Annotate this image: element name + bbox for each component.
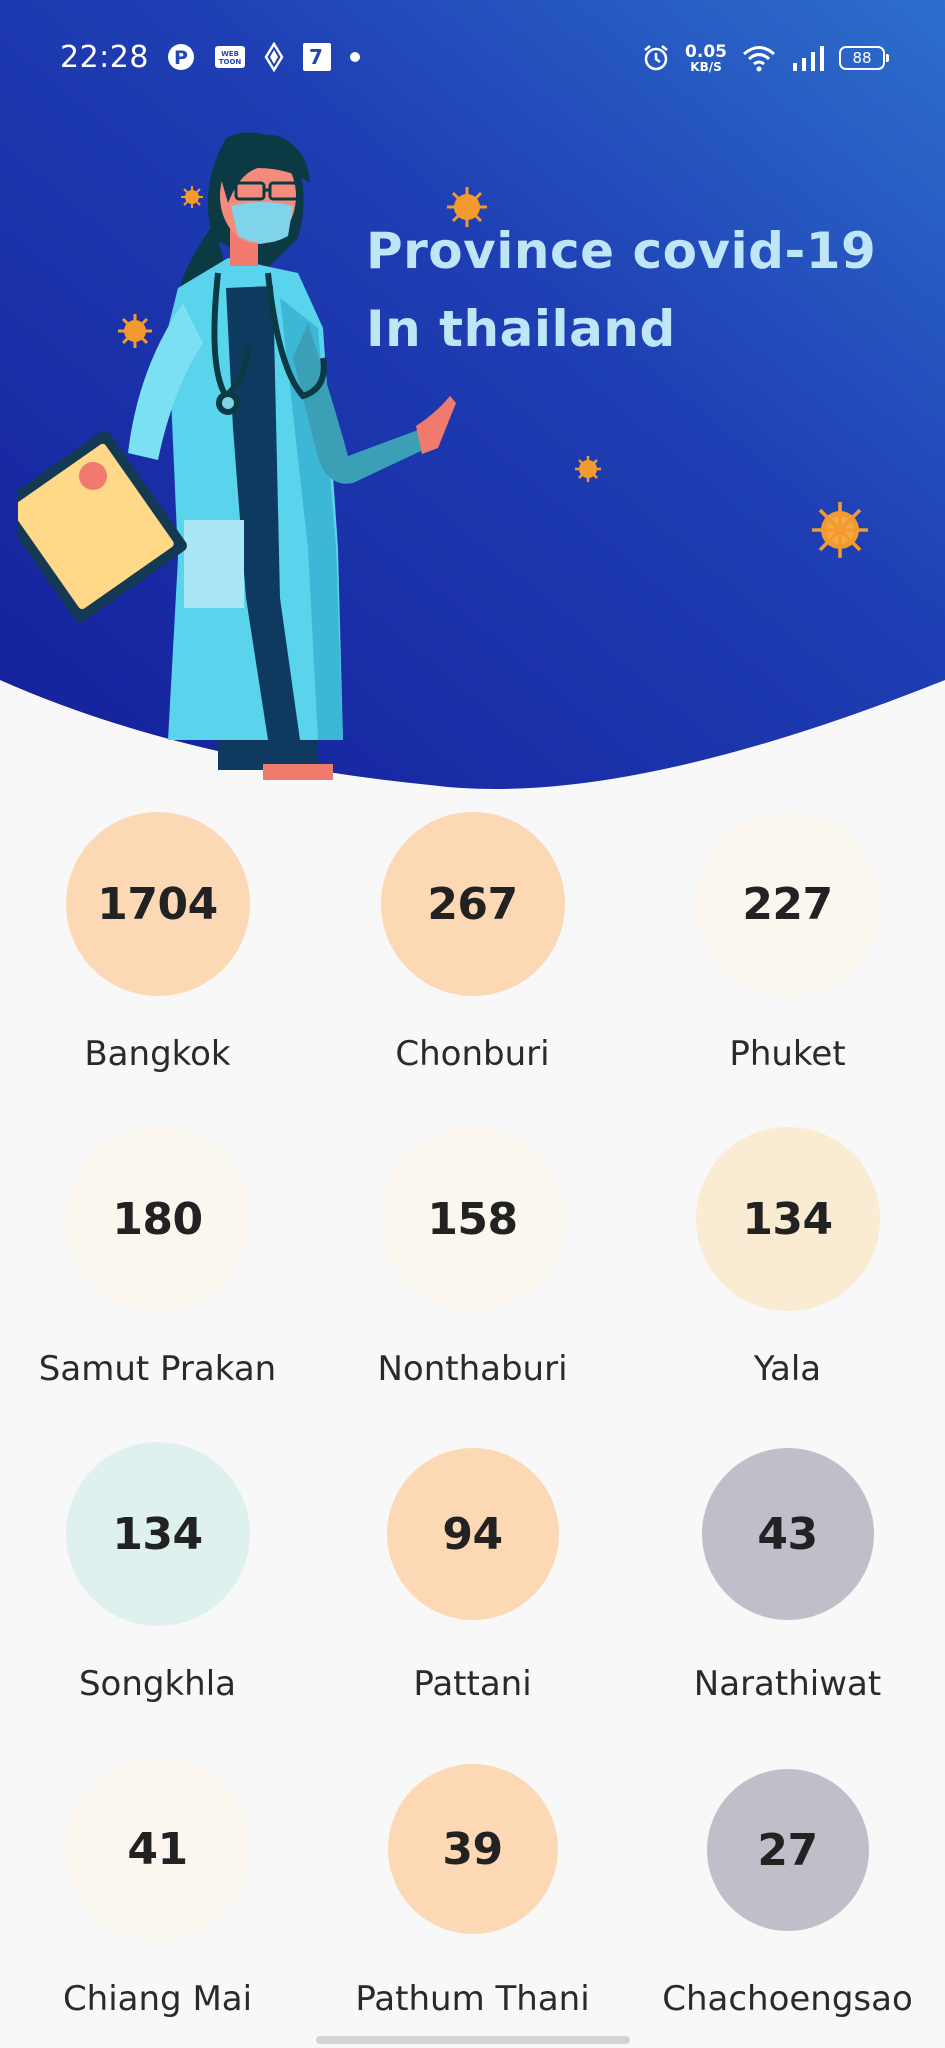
home-indicator[interactable] [316, 2036, 630, 2044]
case-count-circle: 180 [65, 1127, 250, 1311]
province-card[interactable]: 134 Songkhla [0, 1420, 315, 1735]
case-count: 180 [112, 1193, 203, 1245]
virus-icon [575, 456, 601, 482]
page-title-line2: In thailand [366, 300, 676, 358]
case-count: 41 [127, 1823, 188, 1875]
province-name: Bangkok [84, 1034, 231, 1074]
page-title: Province covid-19 In thailand [366, 212, 926, 368]
province-name: Chiang Mai [62, 1979, 253, 2019]
case-count-circle: 39 [387, 1764, 558, 1934]
province-card[interactable]: 43 Narathiwat [630, 1420, 945, 1735]
status-time: 22:28 [60, 40, 149, 75]
province-card[interactable]: 1704 Bangkok [0, 790, 315, 1105]
province-name: Chachoengsao [662, 1979, 913, 2019]
case-count: 1704 [97, 878, 218, 930]
status-notification-icons: P WEB TOON 7 [166, 40, 360, 74]
case-count: 267 [427, 878, 518, 930]
case-count-circle: 43 [701, 1448, 874, 1620]
province-name: Narathiwat [693, 1664, 882, 1704]
province-name: Nonthaburi [377, 1349, 568, 1389]
svg-text:P: P [174, 47, 188, 69]
case-count: 39 [442, 1823, 503, 1875]
virus-icon [812, 502, 868, 558]
svg-text:WEB: WEB [221, 50, 239, 58]
province-card[interactable]: 41 Chiang Mai [0, 1735, 315, 2048]
seven-eleven-icon: 7 [303, 43, 331, 71]
province-name: Songkhla [78, 1664, 237, 1704]
province-card[interactable]: 27 Chachoengsao [630, 1735, 945, 2048]
province-card[interactable]: 267 Chonburi [315, 790, 630, 1105]
net-speed-unit: KB/S [690, 59, 722, 74]
case-count-circle: 1704 [65, 812, 250, 996]
case-count: 134 [742, 1193, 833, 1245]
province-card[interactable]: 158 Nonthaburi [315, 1105, 630, 1420]
province-card[interactable]: 180 Samut Prakan [0, 1105, 315, 1420]
province-name: Pathum Thani [355, 1979, 590, 2019]
case-count: 27 [757, 1824, 818, 1876]
battery-icon: 88 [839, 46, 889, 70]
province-name: Pattani [413, 1664, 532, 1704]
case-count: 134 [112, 1508, 203, 1560]
province-card[interactable]: 227 Phuket [630, 790, 945, 1105]
province-name: Yala [753, 1349, 822, 1389]
case-count: 158 [427, 1193, 518, 1245]
province-card[interactable]: 94 Pattani [315, 1420, 630, 1735]
notification-dot-icon [350, 52, 360, 62]
case-count-circle: 134 [65, 1442, 250, 1626]
province-card[interactable]: 39 Pathum Thani [315, 1735, 630, 2048]
net-speed: 0.05 KB/S [685, 41, 727, 74]
case-count: 227 [742, 878, 833, 930]
province-name: Phuket [729, 1034, 846, 1074]
case-count: 94 [442, 1508, 503, 1560]
case-count: 43 [757, 1508, 818, 1560]
case-count-circle: 41 [65, 1757, 250, 1941]
svg-text:TOON: TOON [219, 58, 242, 66]
province-name: Samut Prakan [38, 1349, 277, 1389]
battery-level: 88 [852, 49, 872, 67]
status-system-icons: 0.05 KB/S 88 [641, 40, 889, 76]
province-card[interactable]: 134 Yala [630, 1105, 945, 1420]
svg-text:7: 7 [309, 45, 323, 69]
webtoon-icon: WEBTOON [215, 46, 245, 68]
header-banner: 22:28 P WEB TOON 7 0.05 KB/S 88 Province … [0, 0, 945, 790]
case-count-circle: 94 [386, 1448, 559, 1620]
case-count-circle: 158 [380, 1127, 565, 1311]
alarm-icon [644, 45, 668, 71]
province-name: Chonburi [395, 1034, 550, 1074]
case-count-circle: 27 [706, 1769, 869, 1931]
pinterest-icon: P [168, 44, 194, 70]
case-count-circle: 267 [380, 812, 565, 996]
page-title-line1: Province covid-19 [366, 222, 877, 280]
wifi-icon [743, 46, 775, 72]
case-count-circle: 134 [695, 1127, 880, 1311]
signal-icon [793, 46, 824, 71]
status-bar: 22:28 P WEB TOON 7 0.05 KB/S 88 [0, 0, 945, 116]
diamond-icon [264, 42, 284, 72]
case-count-circle: 227 [695, 812, 880, 996]
net-speed-value: 0.05 [685, 41, 727, 62]
